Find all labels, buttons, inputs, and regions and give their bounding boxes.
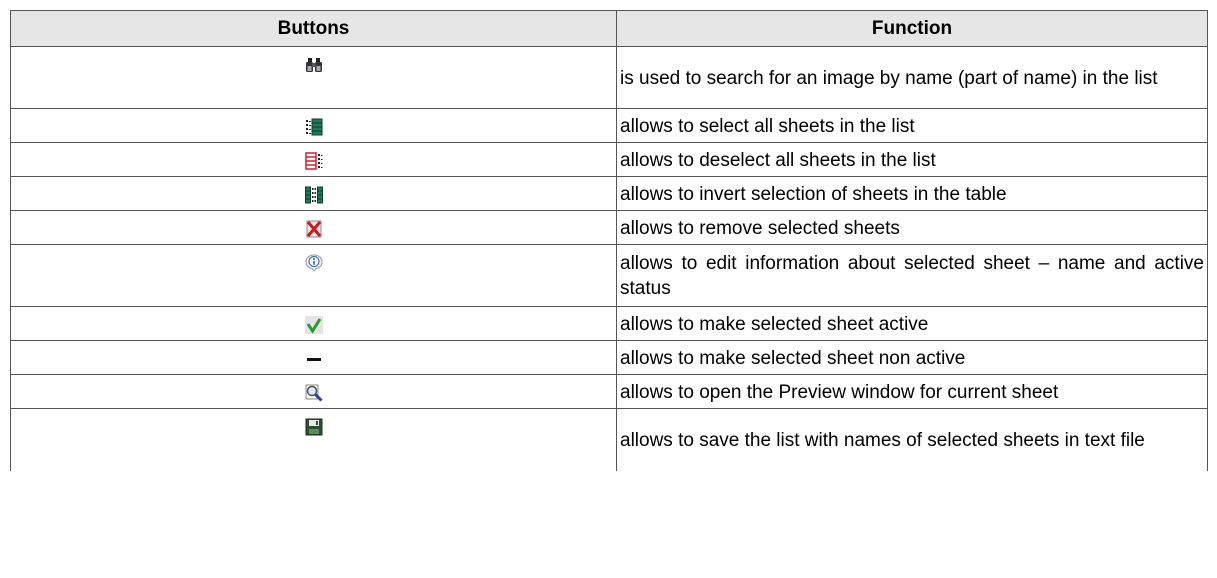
button-function-table: Buttons Function is used to search for a… (10, 10, 1208, 471)
checkmark-icon (304, 315, 323, 334)
function-text: allows to make selected sheet active (616, 306, 1208, 341)
function-text: allows to open the Preview window for cu… (616, 374, 1208, 409)
deselect-all-icon (304, 152, 323, 170)
magnifier-icon (305, 384, 323, 402)
save-icon (305, 418, 323, 436)
function-text: allows to make selected sheet non active (616, 340, 1208, 375)
table-row: allows to save the list with names of se… (10, 408, 1208, 471)
select-all-icon (305, 118, 323, 136)
table-row: allows to edit information about selecte… (10, 244, 1208, 307)
binoculars-icon (305, 56, 323, 74)
table-row: allows to make selected sheet active (10, 306, 1208, 341)
function-text: allows to save the list with names of se… (616, 408, 1208, 471)
table-row: is used to search for an image by name (… (10, 46, 1208, 109)
table-header-row: Buttons Function (10, 10, 1208, 47)
function-text: allows to edit information about selecte… (616, 244, 1208, 307)
minus-icon (305, 350, 323, 368)
function-text: allows to remove selected sheets (616, 210, 1208, 245)
invert-selection-icon (304, 186, 323, 204)
table-row: allows to deselect all sheets in the lis… (10, 142, 1208, 177)
info-icon (304, 254, 323, 272)
table-row: allows to select all sheets in the list (10, 108, 1208, 143)
header-function: Function (616, 10, 1208, 47)
remove-icon (305, 220, 323, 238)
table-row: allows to invert selection of sheets in … (10, 176, 1208, 211)
function-text: allows to invert selection of sheets in … (616, 176, 1208, 211)
table-row: allows to remove selected sheets (10, 210, 1208, 245)
table-row: allows to open the Preview window for cu… (10, 374, 1208, 409)
function-text: is used to search for an image by name (… (616, 46, 1208, 109)
function-text: allows to deselect all sheets in the lis… (616, 142, 1208, 177)
function-text: allows to select all sheets in the list (616, 108, 1208, 143)
table-row: allows to make selected sheet non active (10, 340, 1208, 375)
header-buttons: Buttons (10, 10, 617, 47)
